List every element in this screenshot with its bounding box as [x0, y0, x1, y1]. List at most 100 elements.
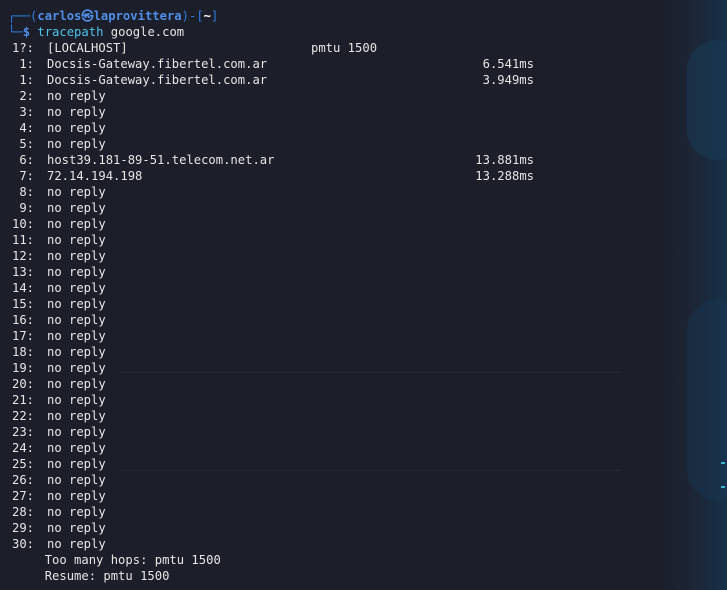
- hop-host: no reply: [47, 409, 106, 423]
- prompt-dollar: $: [22, 25, 38, 39]
- hop-number: 12:: [11, 249, 34, 263]
- hop-host: no reply: [47, 521, 106, 535]
- prompt-corner-bottom: └─: [8, 25, 23, 39]
- hop-latency: 6.541ms: [482, 57, 534, 71]
- hop-host: no reply: [47, 137, 106, 151]
- hop-number: 7:: [19, 169, 34, 183]
- hop-latency: 13.881ms: [475, 153, 534, 167]
- wallpaper-blob: [687, 40, 727, 160]
- terminal-output: ┌──(carlos㉿laprovittera)-[~] └─$ tracepa…: [8, 8, 668, 584]
- hop-host: no reply: [47, 121, 106, 135]
- summary-resume-text: Resume: pmtu 1500: [44, 569, 170, 583]
- command-line[interactable]: └─$ tracepath google.com: [8, 24, 668, 40]
- hop-number: 23:: [11, 425, 34, 439]
- prompt-header: ┌──(carlos㉿laprovittera)-[~]: [8, 8, 668, 24]
- hop-row: 30: no reply: [8, 536, 668, 552]
- summary-too-many: Too many hops: pmtu 1500: [8, 552, 668, 568]
- hop-number: 18:: [11, 345, 34, 359]
- wallpaper-spark: [721, 486, 725, 488]
- hop-host: no reply: [47, 361, 106, 375]
- hop-host: no reply: [47, 425, 106, 439]
- hop-row: 20: no reply: [8, 376, 668, 392]
- hop-number: 2:: [19, 89, 34, 103]
- hop-row: 21: no reply: [8, 392, 668, 408]
- hop-host: no reply: [47, 377, 106, 391]
- wallpaper-blob: [687, 300, 727, 500]
- prompt-dir: ~: [203, 9, 211, 23]
- hop-host: no reply: [47, 457, 106, 471]
- hop-row: 1: Docsis-Gateway.fibertel.com.ar 3.949ms: [8, 72, 668, 88]
- hop-row: 16: no reply: [8, 312, 668, 328]
- hop-host: no reply: [47, 201, 106, 215]
- hop-number: 22:: [11, 409, 34, 423]
- hop-number: 25:: [11, 457, 34, 471]
- hop-row: 7: 72.14.194.198 13.288ms: [8, 168, 668, 184]
- hop-number: 29:: [11, 521, 34, 535]
- hop-row: 19: no reply: [8, 360, 668, 376]
- hop-host: no reply: [47, 313, 106, 327]
- hop-host: no reply: [47, 505, 106, 519]
- hop-number: 1:: [19, 57, 34, 71]
- hop-number: 24:: [11, 441, 34, 455]
- hop-host: host39.181-89-51.telecom.net.ar: [47, 153, 275, 167]
- hop-latency: 3.949ms: [482, 73, 534, 87]
- hop-host: no reply: [47, 249, 106, 263]
- hop-row: 29: no reply: [8, 520, 668, 536]
- prompt-bracket: )-[: [181, 9, 204, 23]
- hop-number: 3:: [19, 105, 34, 119]
- hop-host: Docsis-Gateway.fibertel.com.ar: [47, 73, 268, 87]
- command-name: tracepath: [37, 25, 104, 39]
- hop-row: 25: no reply: [8, 456, 668, 472]
- hop-host: no reply: [47, 233, 106, 247]
- hop-row: 1?: [LOCALHOST] pmtu 1500: [8, 40, 668, 56]
- hop-host: 72.14.194.198: [47, 169, 143, 183]
- hop-row: 3: no reply: [8, 104, 668, 120]
- prompt-host: laprovittera: [93, 9, 182, 23]
- hop-number: 6:: [19, 153, 34, 167]
- hop-host: no reply: [47, 393, 106, 407]
- hop-row: 27: no reply: [8, 488, 668, 504]
- hop-row: 5: no reply: [8, 136, 668, 152]
- hop-number: 14:: [11, 281, 34, 295]
- hop-latency: 13.288ms: [475, 169, 534, 183]
- hop-number: 10:: [11, 217, 34, 231]
- hop-number: 4:: [19, 121, 34, 135]
- hop-host: no reply: [47, 537, 106, 551]
- prompt-user: carlos: [37, 9, 82, 23]
- hop-number: 16:: [11, 313, 34, 327]
- hop-number: 13:: [11, 265, 34, 279]
- hop-row: 23: no reply: [8, 424, 668, 440]
- hop-row: 1: Docsis-Gateway.fibertel.com.ar 6.541ms: [8, 56, 668, 72]
- hop-number: 1?:: [11, 41, 34, 55]
- hop-number: 9:: [19, 201, 34, 215]
- hop-host: no reply: [47, 441, 106, 455]
- hop-host: no reply: [47, 105, 106, 119]
- hop-host: no reply: [47, 329, 106, 343]
- command-argument: google.com: [110, 25, 185, 39]
- hop-row: 15: no reply: [8, 296, 668, 312]
- hop-number: 11:: [11, 233, 34, 247]
- summary-too-many-text: Too many hops: pmtu 1500: [44, 553, 221, 567]
- hop-row: 4: no reply: [8, 120, 668, 136]
- hop-row: 9: no reply: [8, 200, 668, 216]
- terminal-window[interactable]: ┌──(carlos㉿laprovittera)-[~] └─$ tracepa…: [0, 0, 727, 590]
- hop-number: 8:: [19, 185, 34, 199]
- hop-row: 22: no reply: [8, 408, 668, 424]
- hop-row: 2: no reply: [8, 88, 668, 104]
- prompt-bracket-close: ]: [211, 9, 219, 23]
- hop-host: no reply: [47, 89, 106, 103]
- hop-number: 21:: [11, 393, 34, 407]
- hop-row: 8: no reply: [8, 184, 668, 200]
- hop-pmtu: pmtu 1500: [311, 41, 378, 55]
- hop-number: 5:: [19, 137, 34, 151]
- hop-number: 20:: [11, 377, 34, 391]
- hop-host: [LOCALHOST]: [47, 41, 128, 55]
- hop-row: 28: no reply: [8, 504, 668, 520]
- hop-number: 30:: [11, 537, 34, 551]
- hop-row: 14: no reply: [8, 280, 668, 296]
- hop-host: no reply: [47, 489, 106, 503]
- hop-number: 1:: [19, 73, 34, 87]
- hop-row: 26: no reply: [8, 472, 668, 488]
- hop-number: 26:: [11, 473, 34, 487]
- hop-row: 24: no reply: [8, 440, 668, 456]
